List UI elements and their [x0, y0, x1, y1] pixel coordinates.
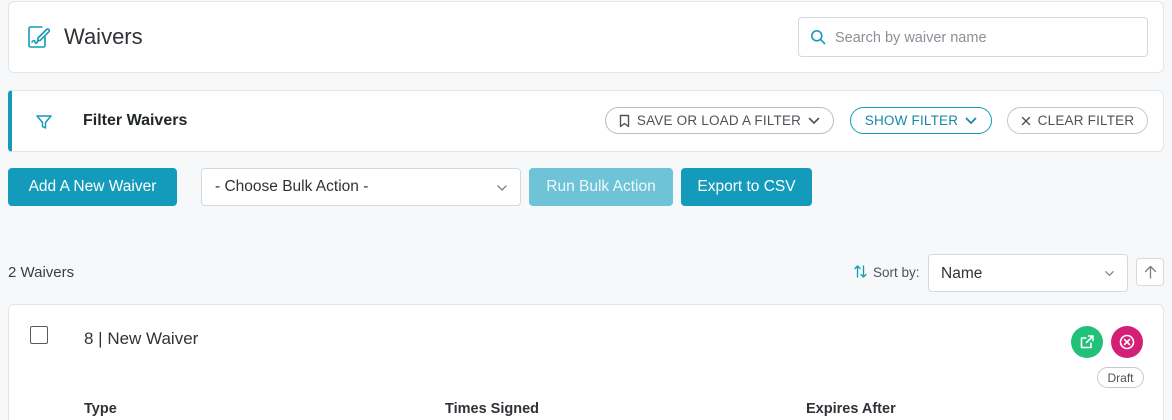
- column-header-times-signed: Times Signed: [445, 401, 540, 417]
- arrow-up-icon: [1144, 265, 1157, 279]
- clear-filter-button[interactable]: CLEAR FILTER: [1007, 107, 1148, 134]
- waiver-count: 2 Waivers: [8, 264, 75, 281]
- run-bulk-action-button[interactable]: Run Bulk Action: [529, 168, 673, 206]
- sort-direction-button[interactable]: [1136, 258, 1164, 286]
- sort-icon: [854, 265, 867, 278]
- bookmark-icon: [619, 114, 630, 127]
- chevron-down-icon: [497, 185, 507, 191]
- sort-value: Name: [941, 265, 983, 282]
- external-link-icon: [1080, 335, 1094, 349]
- chevron-down-icon: [965, 117, 977, 124]
- add-waiver-button[interactable]: Add A New Waiver: [8, 168, 177, 206]
- sort-label: Sort by:: [873, 265, 920, 280]
- waiver-title[interactable]: 8 | New Waiver: [84, 329, 198, 349]
- search-icon: [811, 30, 826, 45]
- open-waiver-button[interactable]: [1071, 326, 1103, 358]
- export-csv-button[interactable]: Export to CSV: [681, 168, 812, 206]
- chevron-down-icon: [1105, 271, 1114, 277]
- sort-select[interactable]: Name: [928, 254, 1128, 292]
- waiver-select-checkbox[interactable]: [30, 326, 48, 344]
- save-load-filter-button[interactable]: SAVE OR LOAD A FILTER: [605, 107, 834, 134]
- bulk-action-value: - Choose Bulk Action -: [215, 178, 369, 195]
- show-filter-label: SHOW FILTER: [864, 113, 959, 128]
- search-input[interactable]: [835, 27, 1135, 49]
- save-load-filter-label: SAVE OR LOAD A FILTER: [636, 113, 802, 128]
- close-icon: [1021, 116, 1030, 125]
- column-header-expires-after: Expires After: [806, 401, 896, 417]
- clear-filter-label: CLEAR FILTER: [1037, 113, 1135, 128]
- waiver-document-icon: [28, 26, 51, 48]
- filter-icon: [36, 115, 52, 129]
- close-circle-icon: [1119, 334, 1135, 350]
- filter-title: Filter Waivers: [83, 112, 188, 129]
- page-header: Waivers: [8, 1, 1164, 73]
- status-badge: Draft: [1097, 367, 1144, 388]
- waiver-card: 8 | New Waiver Draft Type Times Signed E…: [8, 304, 1164, 420]
- page-title: Waivers: [64, 24, 143, 49]
- delete-waiver-button[interactable]: [1111, 326, 1143, 358]
- bulk-action-select[interactable]: - Choose Bulk Action -: [201, 168, 521, 206]
- search-box[interactable]: [798, 17, 1148, 57]
- filter-bar: Filter Waivers SAVE OR LOAD A FILTER SHO…: [8, 90, 1164, 152]
- chevron-down-icon: [808, 117, 820, 124]
- show-filter-button[interactable]: SHOW FILTER: [850, 107, 992, 134]
- column-header-type: Type: [84, 401, 117, 417]
